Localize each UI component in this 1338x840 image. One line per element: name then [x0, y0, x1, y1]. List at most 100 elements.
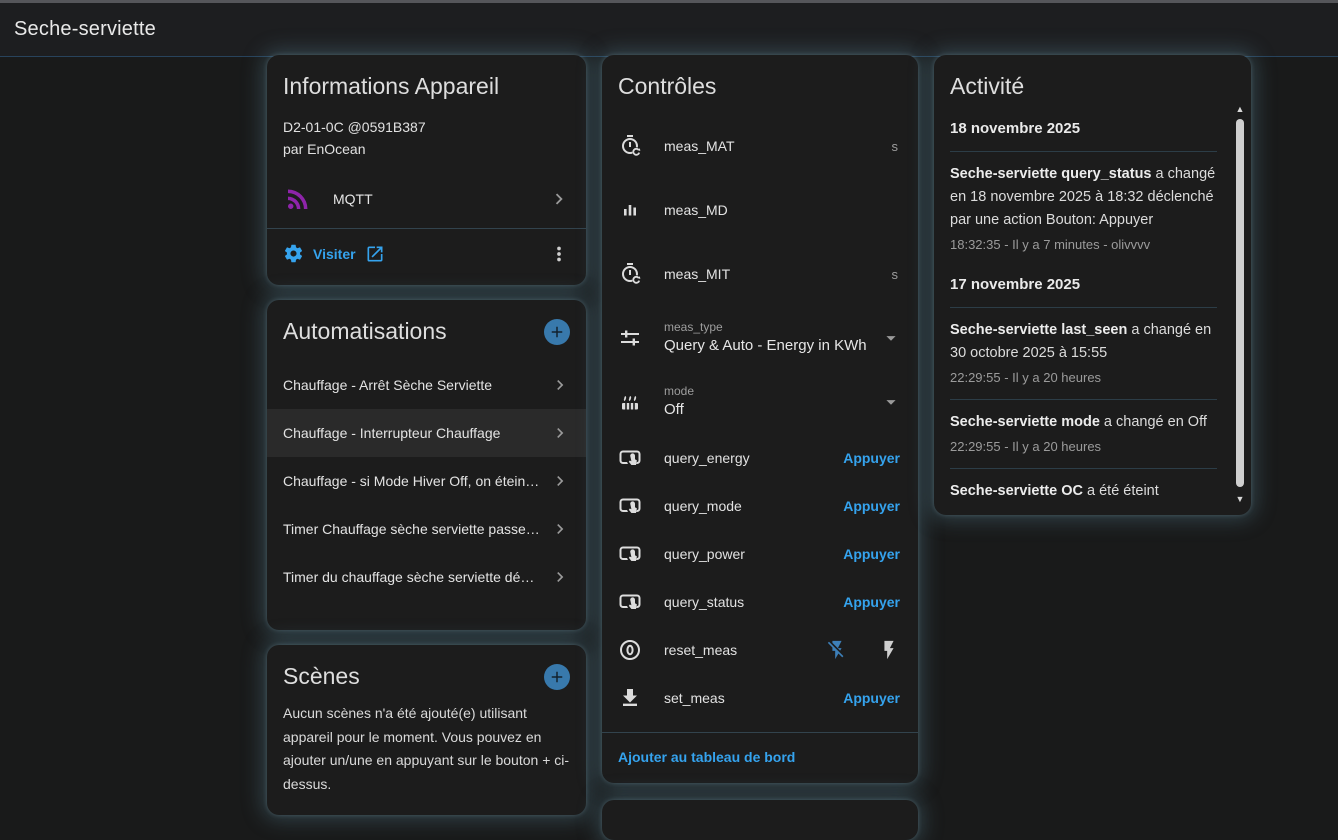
scroll-down-arrow[interactable]: ▼ — [1234, 493, 1246, 505]
scenes-card: Scènes Aucun scènes n'a été ajouté(e) ut… — [267, 645, 586, 815]
integration-mqtt-row[interactable]: MQTT — [267, 174, 586, 224]
chevron-right-icon — [550, 567, 570, 587]
gesture-tap-button-icon — [618, 542, 642, 566]
unit-suffix: s — [892, 139, 899, 154]
device-manufacturer: par EnOcean — [283, 138, 570, 160]
automation-item[interactable]: Timer du chauffage sèche serviette dé… — [267, 553, 586, 601]
mqtt-rss-icon — [283, 184, 313, 214]
overflow-menu-button[interactable] — [548, 243, 570, 265]
automation-label: Timer Chauffage sèche serviette passe… — [283, 521, 550, 537]
press-button[interactable]: Appuyer — [841, 542, 902, 566]
control-name: reset_meas — [664, 642, 824, 658]
timer-sync-icon — [618, 134, 642, 158]
control-name: query_status — [664, 594, 841, 610]
scenes-empty-text: Aucun scènes n'a été ajouté(e) utilisant… — [283, 702, 570, 796]
control-row-reset-meas: reset_meas — [602, 626, 918, 674]
control-row-query-power: query_power Appuyer — [602, 530, 918, 578]
activity-text: Seche-serviette mode a changé en Off — [950, 411, 1217, 434]
control-row-query-status: query_status Appuyer — [602, 578, 918, 626]
automation-item[interactable]: Chauffage - Arrêt Sèche Serviette — [267, 361, 586, 409]
activity-entry[interactable]: Seche-serviette last_seen a changé en 30… — [950, 307, 1217, 399]
control-name: set_meas — [664, 690, 841, 706]
automation-item[interactable]: Chauffage - Interrupteur Chauffage — [267, 409, 586, 457]
activity-title: Activité — [950, 73, 1235, 100]
app-header: Seche-serviette — [0, 0, 1338, 57]
press-button[interactable]: Appuyer — [841, 494, 902, 518]
download-icon — [618, 686, 642, 710]
flash-off-icon[interactable] — [824, 637, 850, 663]
device-info-title: Informations Appareil — [283, 73, 570, 100]
press-button[interactable]: Appuyer — [841, 446, 902, 470]
scenes-title: Scènes — [283, 663, 360, 690]
device-model: D2-01-0C @0591B387 — [283, 116, 570, 138]
control-name: meas_MAT — [664, 138, 892, 154]
partial-card — [602, 800, 918, 840]
activity-text: Seche-serviette query_status a changé en… — [950, 163, 1217, 232]
numeric-0-circle-icon — [618, 638, 642, 662]
press-button[interactable]: Appuyer — [841, 686, 902, 710]
activity-text: Seche-serviette OC a été éteint — [950, 480, 1217, 498]
control-row-set-meas: set_meas Appuyer — [602, 674, 918, 722]
add-automation-button[interactable] — [544, 319, 570, 345]
add-scene-button[interactable] — [544, 664, 570, 690]
controls-card: Contrôles meas_MAT s meas_MD meas_MIT s … — [602, 55, 918, 783]
visit-label: Visiter — [313, 246, 356, 262]
chevron-right-icon — [550, 375, 570, 395]
activity-text: Seche-serviette last_seen a changé en 30… — [950, 319, 1217, 365]
select-label: meas_type — [664, 320, 880, 335]
activity-meta: 18:32:35 - Il y a 7 minutes - olivvvv — [950, 235, 1217, 254]
chevron-right-icon — [550, 423, 570, 443]
control-name: query_energy — [664, 450, 841, 466]
scrollbar[interactable]: ▲ ▼ — [1234, 103, 1246, 505]
scroll-up-arrow[interactable]: ▲ — [1234, 103, 1246, 115]
automation-item[interactable]: Chauffage - si Mode Hiver Off, on étein… — [267, 457, 586, 505]
open-in-new-icon — [365, 244, 385, 264]
control-name: meas_MD — [664, 202, 902, 218]
control-select-meas-type[interactable]: meas_type Query & Auto - Energy in KWh — [602, 306, 918, 370]
control-row-query-mode: query_mode Appuyer — [602, 482, 918, 530]
control-row-query-energy: query_energy Appuyer — [602, 434, 918, 482]
activity-date-header: 17 novembre 2025 — [950, 266, 1217, 307]
integration-label: MQTT — [333, 191, 548, 207]
scrollbar-thumb[interactable] — [1236, 119, 1244, 487]
automations-card: Automatisations Chauffage - Arrêt Sèche … — [267, 300, 586, 630]
activity-card: Activité 18 novembre 2025 Seche-serviett… — [934, 55, 1251, 515]
radiator-icon — [618, 390, 642, 414]
device-actions-row: Visiter — [267, 229, 586, 278]
visit-link[interactable]: Visiter — [283, 243, 548, 264]
control-row-meas-md[interactable]: meas_MD — [602, 178, 918, 242]
tune-icon — [618, 326, 642, 350]
gear-icon — [283, 243, 304, 264]
flash-icon[interactable] — [876, 637, 902, 663]
control-select-mode[interactable]: mode Off — [602, 370, 918, 434]
chevron-right-icon — [550, 471, 570, 491]
add-to-dashboard-link[interactable]: Ajouter au tableau de bord — [618, 749, 795, 765]
gesture-tap-button-icon — [618, 590, 642, 614]
automation-item[interactable]: Timer Chauffage sèche serviette passe… — [267, 505, 586, 553]
timer-sync-icon — [618, 262, 642, 286]
gesture-tap-button-icon — [618, 494, 642, 518]
activity-entry[interactable]: Seche-serviette query_status a changé en… — [950, 151, 1217, 266]
device-info-card: Informations Appareil D2-01-0C @0591B387… — [267, 55, 586, 285]
control-row-meas-mit[interactable]: meas_MIT s — [602, 242, 918, 306]
unit-suffix: s — [892, 267, 899, 282]
press-button[interactable]: Appuyer — [841, 590, 902, 614]
select-value: Off — [664, 399, 880, 420]
activity-meta: 22:29:55 - Il y a 20 heures — [950, 437, 1217, 456]
chevron-right-icon — [550, 519, 570, 539]
activity-entry[interactable]: Seche-serviette mode a changé en Off 22:… — [950, 399, 1217, 468]
chevron-right-icon — [548, 188, 570, 210]
activity-meta: 22:29:55 - Il y a 20 heures — [950, 368, 1217, 387]
automation-label: Chauffage - si Mode Hiver Off, on étein… — [283, 473, 550, 489]
control-name: query_mode — [664, 498, 841, 514]
chevron-down-icon — [880, 327, 902, 349]
control-row-meas-mat[interactable]: meas_MAT s — [602, 114, 918, 178]
select-label: mode — [664, 384, 880, 399]
chart-bar-icon — [618, 198, 642, 222]
activity-date-header: 18 novembre 2025 — [950, 110, 1217, 151]
gesture-tap-button-icon — [618, 446, 642, 470]
activity-entry[interactable]: Seche-serviette OC a été éteint 22:29:55… — [950, 468, 1217, 498]
automation-label: Timer du chauffage sèche serviette dé… — [283, 569, 550, 585]
page-title: Seche-serviette — [14, 18, 156, 41]
control-name: meas_MIT — [664, 266, 892, 282]
